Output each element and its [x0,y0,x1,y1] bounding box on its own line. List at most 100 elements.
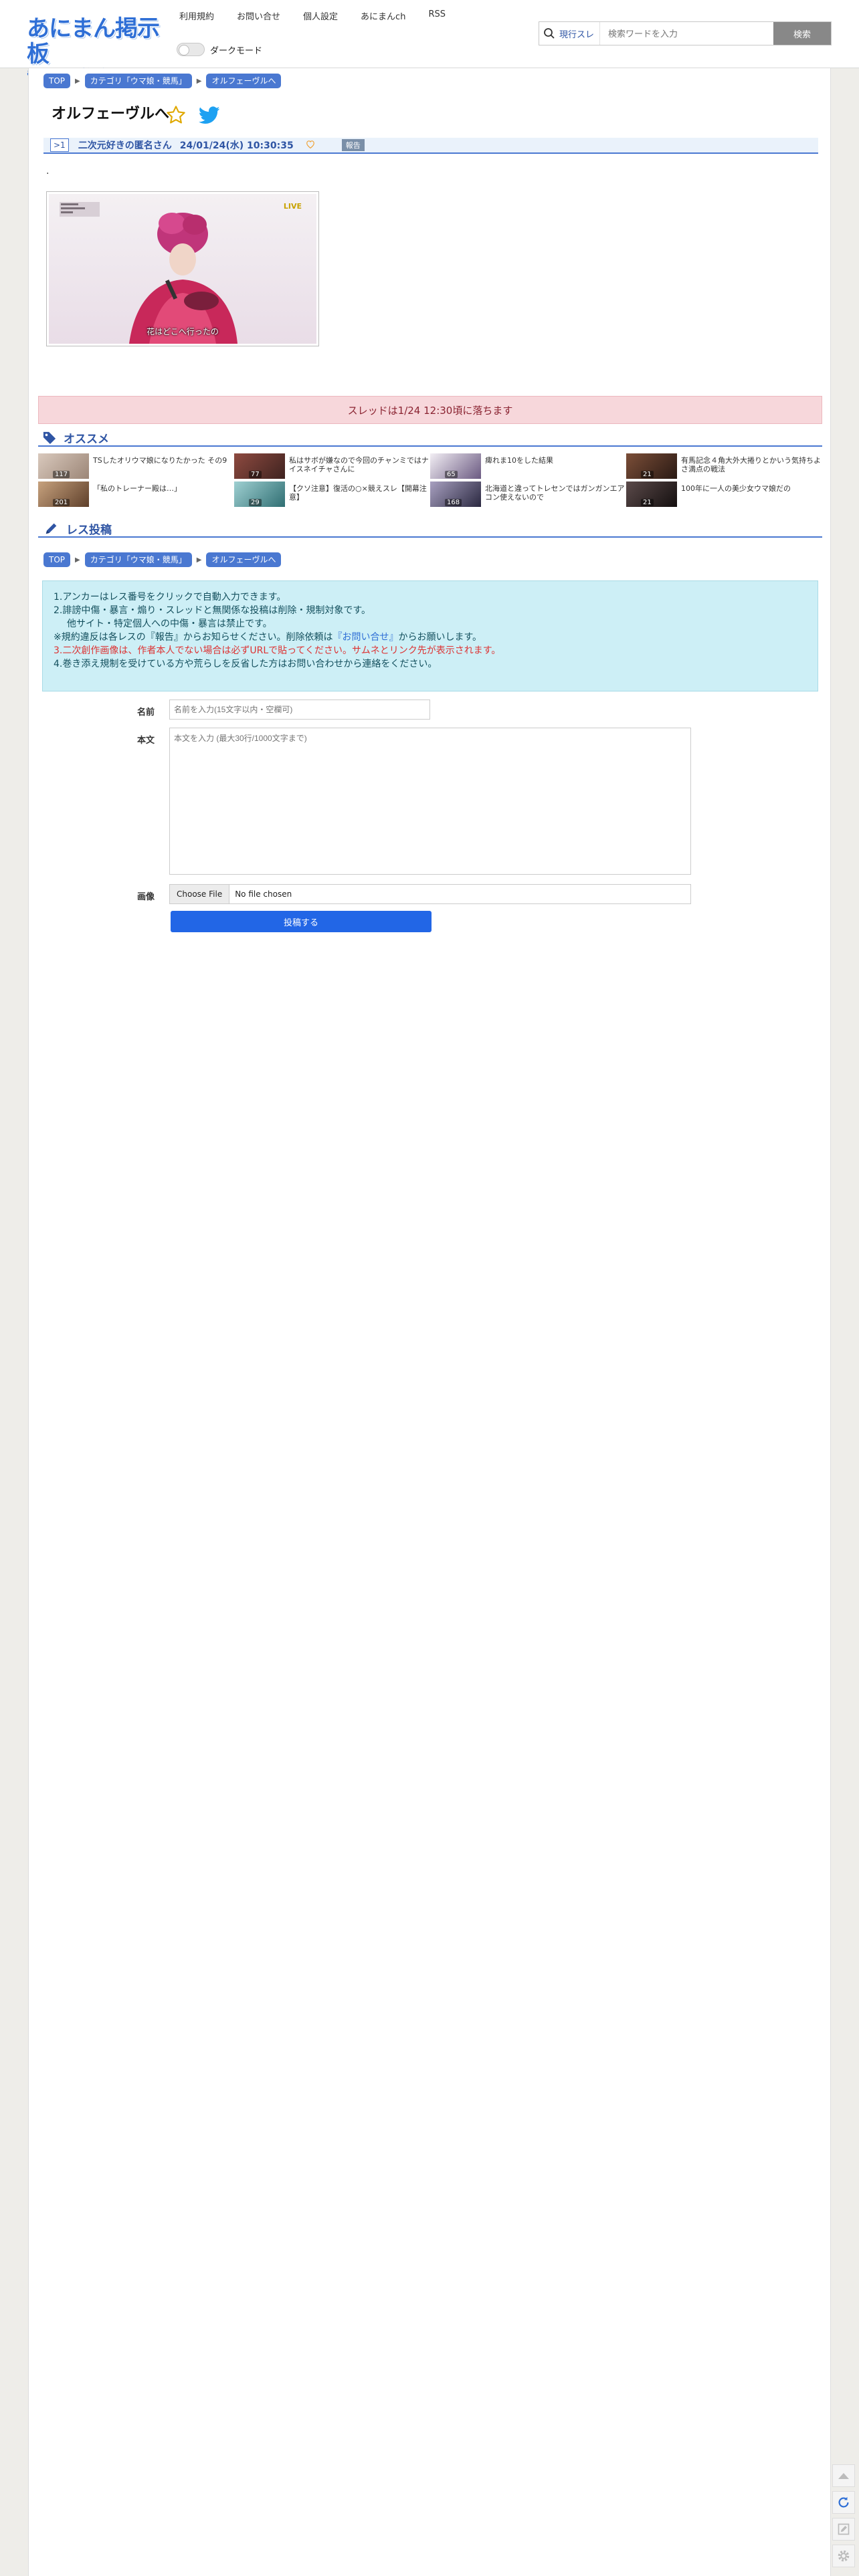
breadcrumb-thread[interactable]: オルフェーヴルへ [206,552,282,567]
recommend-thumbnail: 65 [430,453,481,479]
recommend-item[interactable]: 168 北海道と違ってトレセンではガンガンエアコン使えないので [430,481,626,507]
choose-file-button[interactable]: Choose File [170,885,230,903]
thread-expiry-notice: スレッドは1/24 12:30頃に落ちます [38,396,822,424]
post-number[interactable]: >1 [50,138,69,152]
breadcrumb-category[interactable]: カテゴリ「ウマ娘・競馬」 [84,74,192,88]
search-button[interactable]: 検索 [773,22,831,45]
post-image-picture: LIVE 花はどこへ行ったの [49,194,316,344]
nav-contact[interactable]: お問い合せ [237,9,280,22]
gear-icon [838,2550,850,2562]
reload-icon [838,2496,849,2508]
post-date: 24/01/24(水) 10:30:35 [179,140,294,151]
darkmode-switch: ダークモード [177,43,262,56]
report-button[interactable]: 報告 [341,139,365,151]
settings-button[interactable] [832,2545,855,2567]
recommend-item[interactable]: 65 痺れま10をした結果 [430,453,626,479]
breadcrumb-top[interactable]: TOP [43,74,71,88]
name-label: 名前 [136,708,155,718]
breadcrumb-thread[interactable]: オルフェーヴルへ [206,74,282,88]
write-button[interactable] [832,2518,855,2541]
recommend-list: 117 TSしたオリウマ娘になりたかった その9 77 私はサボが嫌なので今回の… [38,453,822,510]
darkmode-label: ダークモード [210,45,263,56]
rule-2: 2.誹謗中傷・暴言・煽り・スレッドと無関係な投稿は削除・規制対象です。 [54,605,371,616]
breadcrumb-separator: ▶ [196,556,202,564]
recommend-title-text: TSしたオリウマ娘になりたかった その9 [93,456,227,465]
recommend-thumbnail: 117 [38,453,89,479]
pencil-icon [45,523,57,534]
rule-3: 3.二次創作画像は、作者本人でない場合は必ずURLで貼ってください。サムネとリン… [54,645,501,656]
recommend-thumbnail: 201 [38,481,89,507]
body-textarea[interactable] [169,728,691,875]
image-file-input[interactable]: Choose File No file chosen [169,884,691,904]
breadcrumb-separator: ▶ [75,77,80,85]
body-label: 本文 [136,736,155,746]
arrow-up-icon [838,2473,849,2479]
recommend-thumbnail: 77 [234,453,285,479]
like-heart-icon[interactable] [306,140,315,151]
recommend-title-text: 【クソ注意】復活の○×競えスレ【開幕注意】 [289,484,427,502]
recommend-title-text: 私はサボが嫌なので今回のチャンミではナイスネイチャさんに [289,456,429,473]
reply-heading: レス投稿 [38,520,822,538]
live-label: LIVE [283,202,302,211]
breadcrumb-category[interactable]: カテゴリ「ウマ娘・競馬」 [84,552,192,567]
recommend-item[interactable]: 29 【クソ注意】復活の○×競えスレ【開幕注意】 [234,481,430,507]
post-author: 二次元好きの匿名さん [78,140,172,151]
breadcrumb-separator: ▶ [75,556,80,564]
favorite-star-icon[interactable] [165,104,187,128]
name-field[interactable] [169,700,430,720]
rule-4: 4.巻き添え規制を受けている方や荒らしを反省した方はお問い合わせから連絡をくださ… [54,659,438,669]
search-box: 現行スレ 検索 [539,21,832,45]
scroll-top-button[interactable] [832,2464,855,2487]
logo-main-text: あにまん掲示板 [27,15,160,68]
post-header: >1 二次元好きの匿名さん 24/01/24(水) 10:30:35 報告 [43,138,818,154]
nav-animanch[interactable]: あにまんch [361,9,405,22]
tag-icon [43,431,56,444]
breadcrumb-top[interactable]: TOP [43,552,71,567]
breadcrumb: TOP ▶ カテゴリ「ウマ娘・競馬」 ▶ オルフェーヴルへ [43,74,282,88]
recommend-item[interactable]: 21 有馬記念４角大外大捲りとかいう気持ちよさ満点の戦法 [626,453,822,479]
top-nav: 利用規約 お問い合せ 個人設定 あにまんch RSS [179,9,468,22]
side-tools [832,2464,855,2571]
rule-2-sub: 他サイト・特定個人への中傷・暴言は禁止です。 [67,619,272,629]
nav-terms[interactable]: 利用規約 [179,9,214,22]
breadcrumb-separator: ▶ [196,77,202,85]
recommend-item[interactable]: 117 TSしたオリウマ娘になりたかった その9 [38,453,234,479]
recommend-thumbnail: 29 [234,481,285,507]
recommend-thumbnail: 168 [430,481,481,507]
thread-title: オルフェーヴルへ [52,106,170,122]
recommend-item[interactable]: 21 100年に一人の美少女ウマ娘だの [626,481,822,507]
nav-settings[interactable]: 個人設定 [303,9,338,22]
search-mode-select[interactable]: 現行スレ [559,22,599,45]
rule-report: ※規約違反は各レスの『報告』からお知らせください。削除依頼は『お問い合せ』からお… [54,632,482,643]
recommend-item[interactable]: 201 「私のトレーナー殿は…」 [38,481,234,507]
recommend-heading: オススメ [38,429,822,447]
reply-title: レス投稿 [66,523,112,537]
posting-rules: 1.アンカーはレス番号をクリックで自動入力できます。 2.誹謗中傷・暴言・煽り・… [42,580,818,691]
recommend-title-text: 100年に一人の美少女ウマ娘だの [681,484,791,493]
file-status: No file chosen [235,889,292,899]
recommend-item[interactable]: 77 私はサボが嫌なので今回のチャンミではナイスネイチャさんに [234,453,430,479]
twitter-share-icon[interactable] [198,106,220,127]
search-input[interactable] [599,22,773,45]
recommend-title-text: 痺れま10をした結果 [485,456,553,465]
recommend-thumbnail: 21 [626,481,677,507]
rule-1: 1.アンカーはレス番号をクリックで自動入力できます。 [54,592,286,603]
recommend-title: オススメ [64,432,109,446]
darkmode-toggle[interactable] [177,43,205,56]
recommend-title-text: 北海道と違ってトレセンではガンガンエアコン使えないので [485,484,625,502]
search-icon [539,22,559,45]
recommend-title-text: 有馬記念４角大外大捲りとかいう気持ちよさ満点の戦法 [681,456,821,473]
reload-button[interactable] [832,2491,855,2514]
contact-link[interactable]: 『お問い合せ』 [332,632,398,643]
post-body: . [46,166,50,177]
recommend-title-text: 「私のトレーナー殿は…」 [93,484,181,493]
post-image[interactable]: LIVE 花はどこへ行ったの [46,191,319,346]
nav-rss[interactable]: RSS [428,9,446,22]
site-header: あにまん掲示板 animan bbs版二次元オンリー 利用規約 お問い合せ 個人… [0,0,859,78]
recommend-thumbnail: 21 [626,453,677,479]
edit-icon [838,2523,850,2535]
submit-button[interactable]: 投稿する [171,911,432,932]
image-label: 画像 [136,892,155,902]
breadcrumb-bottom: TOP ▶ カテゴリ「ウマ娘・競馬」 ▶ オルフェーヴルへ [43,552,282,567]
main-content: TOP ▶ カテゴリ「ウマ娘・競馬」 ▶ オルフェーヴルへ オルフェーヴルへ >… [28,68,831,2576]
